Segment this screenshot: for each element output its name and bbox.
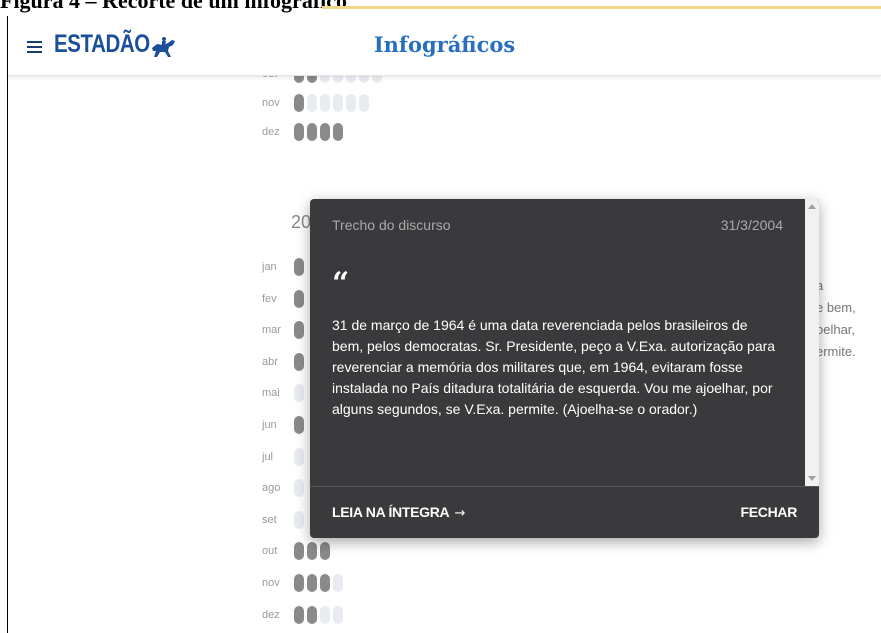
quote-mark-icon: “: [332, 266, 350, 301]
speech-day-pill[interactable]: [294, 416, 304, 434]
background-text-line: e bem,: [816, 300, 856, 315]
scroll-track[interactable]: [805, 215, 819, 470]
modal-label: Trecho do discurso: [332, 217, 451, 233]
left-border: [7, 16, 8, 633]
speech-day-pill[interactable]: [294, 290, 304, 308]
speech-day-pill[interactable]: [320, 574, 330, 592]
month-label: jun: [262, 419, 277, 431]
month-label: nov: [262, 577, 280, 589]
empty-day-pill: [294, 511, 304, 529]
empty-day-pill: [307, 94, 317, 112]
gold-rule: [322, 6, 881, 9]
empty-day-pill: [294, 479, 304, 497]
month-label: out: [262, 545, 278, 557]
empty-day-pill: [320, 94, 330, 112]
speech-day-pill[interactable]: [294, 123, 304, 141]
month-label: jan: [262, 261, 277, 273]
speech-day-pill[interactable]: [320, 123, 330, 141]
empty-day-pill: [333, 574, 343, 592]
speech-day-pill[interactable]: [333, 123, 343, 141]
speech-day-pill[interactable]: [307, 574, 317, 592]
month-label: jul: [262, 451, 274, 463]
month-label: set: [262, 514, 277, 526]
empty-day-pill: [320, 606, 330, 624]
modal-scrollbar[interactable]: [805, 199, 819, 486]
speech-day-pill[interactable]: [294, 258, 304, 276]
speech-day-pill[interactable]: [307, 123, 317, 141]
modal-date: 31/3/2004: [720, 217, 783, 233]
month-label: ago: [262, 482, 281, 494]
month-label: nov: [262, 97, 280, 109]
empty-day-pill: [294, 448, 304, 466]
modal-scroll-area[interactable]: Trecho do discurso 31/3/2004 “ 31 de mar…: [310, 199, 805, 486]
month-label: dez: [262, 126, 280, 138]
scroll-down-arrow-icon[interactable]: [808, 476, 816, 481]
speech-day-pill[interactable]: [294, 542, 304, 560]
month-label: mai: [262, 387, 280, 399]
arrow-right-icon: →: [454, 506, 466, 521]
empty-day-pill: [294, 384, 304, 402]
year-label: 20: [291, 212, 312, 232]
read-full-label: LEIA NA ÍNTEGRA: [332, 504, 449, 520]
speech-day-pill[interactable]: [294, 606, 304, 624]
empty-day-pill: [359, 94, 369, 112]
month-label: dez: [262, 609, 280, 621]
speech-day-pill[interactable]: [294, 321, 304, 339]
read-full-link[interactable]: LEIA NA ÍNTEGRA →: [332, 504, 465, 521]
close-button[interactable]: FECHAR: [740, 504, 797, 520]
speech-day-pill[interactable]: [294, 353, 304, 371]
background-text-line: oelhar,: [816, 322, 856, 337]
modal-footer: LEIA NA ÍNTEGRA → FECHAR: [310, 487, 819, 538]
month-label: fev: [262, 293, 277, 305]
speech-quote: 31 de março de 1964 é uma data reverenci…: [332, 317, 776, 417]
month-label: abr: [262, 356, 278, 368]
speech-day-pill[interactable]: [294, 574, 304, 592]
speech-day-pill[interactable]: [307, 542, 317, 560]
empty-day-pill: [346, 94, 356, 112]
empty-day-pill: [333, 94, 343, 112]
background-text-line: ermite.: [816, 344, 856, 359]
figure-caption: Figura 4 – Recorte de um infográfico: [0, 0, 348, 13]
month-label: mar: [262, 324, 281, 336]
speech-day-pill[interactable]: [320, 542, 330, 560]
figure-caption-strip: Figura 4 – Recorte de um infográfico: [0, 0, 881, 16]
empty-day-pill: [333, 606, 343, 624]
section-title: Infográficos: [373, 32, 516, 57]
speech-excerpt-modal: Trecho do discurso 31/3/2004 “ 31 de mar…: [310, 199, 819, 538]
scroll-up-arrow-icon[interactable]: [808, 204, 816, 209]
speech-day-pill[interactable]: [294, 94, 304, 112]
speech-day-pill[interactable]: [307, 606, 317, 624]
site-header: ESTADÃO Infográficos: [8, 16, 881, 76]
